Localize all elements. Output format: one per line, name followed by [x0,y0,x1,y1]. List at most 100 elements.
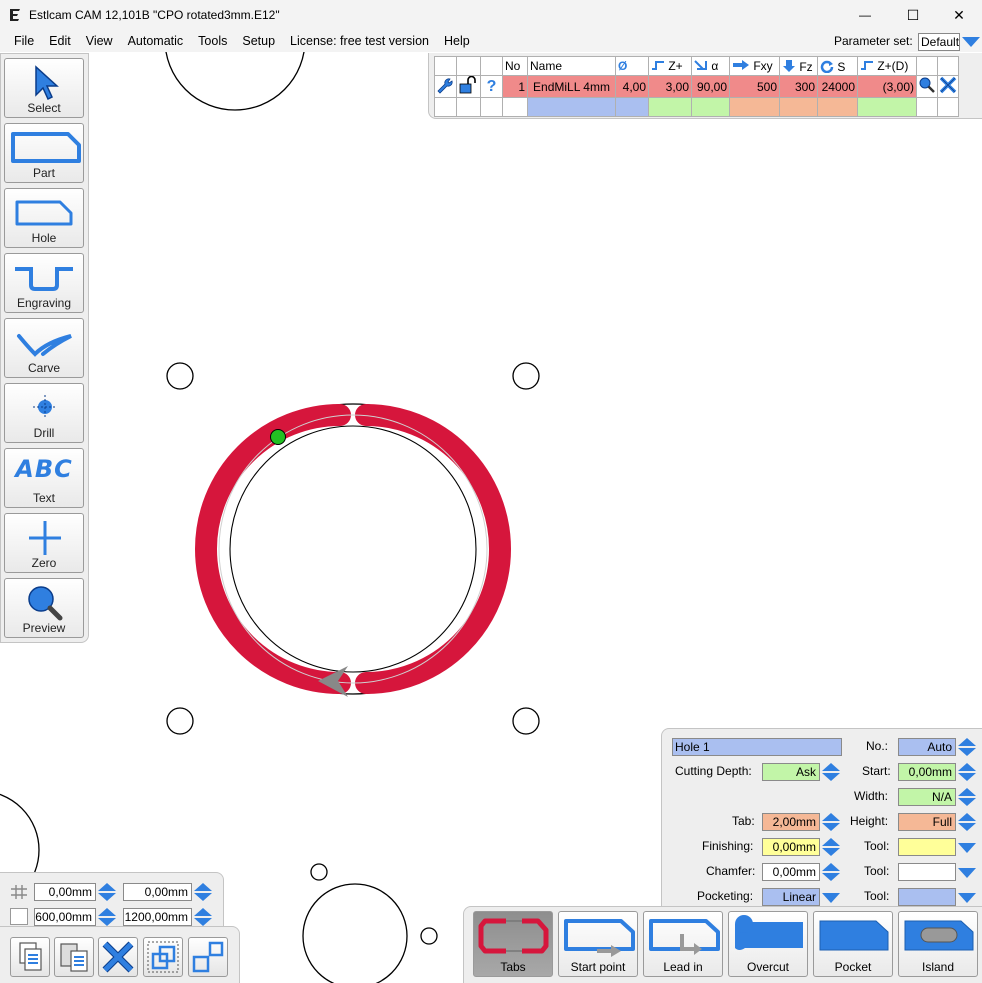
tool-lock-button[interactable] [456,75,481,98]
pocketing-tool-select[interactable] [898,888,956,906]
chamfer-tool-select[interactable] [898,863,956,881]
menu-help[interactable]: Help [438,30,479,52]
mount-hole-br[interactable] [512,707,540,735]
paste-button[interactable] [54,937,94,977]
pocket-button[interactable]: Pocket [813,911,893,977]
hole-outline-icon [15,200,73,226]
menu-tools[interactable]: Tools [192,30,236,52]
tool-z-plus-d[interactable]: (3,00) [857,75,917,98]
pocketing-tool-dropdown-icon[interactable] [958,893,976,903]
chamfer-field[interactable]: 0,00mm [762,863,820,881]
menu-license[interactable]: License: free test version [284,30,438,52]
x-coordinate-field[interactable]: 0,00mm [34,883,96,901]
pocketing-select[interactable]: Linear [762,888,820,906]
tool-angle[interactable]: 90,00 [691,75,730,98]
part-tool-button[interactable]: Part [4,123,84,183]
header-no: No [502,56,528,76]
mount-hole-tr[interactable] [512,362,540,390]
width-field[interactable]: 600,00mm [34,908,96,926]
chamfer-tool-dropdown-icon[interactable] [958,868,976,878]
finishing-field[interactable]: 0,00mm [762,838,820,856]
minimize-button[interactable]: — [842,0,888,30]
parameter-set-select[interactable]: Default [918,33,960,51]
height-field[interactable]: 1200,00mm [123,908,192,926]
tab-field[interactable]: 2,00mm [762,813,820,831]
start-spinner-icon[interactable] [958,763,976,781]
finishing-tool-select[interactable] [898,838,956,856]
start-field[interactable]: 0,00mm [898,763,956,781]
drill-tool-button[interactable]: Drill [4,383,84,443]
start-point-button[interactable]: Start point [558,911,638,977]
mount-hole-bl[interactable] [166,707,194,735]
hole-name-field[interactable]: Hole 1 [672,738,842,756]
no-spinner-icon[interactable] [958,738,976,756]
x-spinner-icon[interactable] [98,883,116,901]
lead-in-button[interactable]: Lead in [643,911,723,977]
height-spinner-icon[interactable] [194,908,212,926]
parameter-set-dropdown-icon[interactable] [962,37,980,47]
tool-delete-button[interactable] [937,75,959,98]
tool-fz[interactable]: 300 [779,75,818,98]
width-prop-field[interactable]: N/A [898,788,956,806]
chamfer-spinner-icon[interactable] [822,863,840,881]
tool-z-plus[interactable]: 3,00 [648,75,692,98]
z-step-icon [652,61,664,70]
height-prop-field[interactable]: Full [898,813,956,831]
small-hole-bottom[interactable] [310,863,328,881]
no-field[interactable]: Auto [898,738,956,756]
island-button[interactable]: Island [898,911,978,977]
menu-automatic[interactable]: Automatic [122,30,193,52]
finishing-tool-dropdown-icon[interactable] [958,843,976,853]
select-tool-button[interactable]: Select [4,58,84,118]
tool-diameter[interactable]: 4,00 [615,75,649,98]
pocket-icon [819,920,889,951]
start-point-marker[interactable] [270,429,286,445]
small-hole-bottom-right[interactable] [420,927,438,945]
tool-settings-button[interactable] [434,75,457,98]
menu-edit[interactable]: Edit [43,30,80,52]
width-prop-spinner-icon[interactable] [958,788,976,806]
parameter-set-label: Parameter set: [834,34,913,48]
menu-view[interactable]: View [80,30,122,52]
bottom-large-circle[interactable] [302,883,408,983]
delete-button[interactable] [98,937,138,977]
engraving-tool-button[interactable]: Engraving [4,253,84,313]
tool-no[interactable]: 1 [502,75,528,98]
carve-tool-button[interactable]: Carve [4,318,84,378]
copy-button[interactable] [10,937,50,977]
selected-hole-inner-outline [229,425,477,673]
cutting-depth-spinner-icon[interactable] [822,763,840,781]
menu-file[interactable]: File [0,30,43,52]
arrow-down-icon [783,59,795,72]
y-spinner-icon[interactable] [194,883,212,901]
group-icon [147,941,179,973]
maximize-button[interactable]: ☐ [890,0,936,30]
tool-fxy[interactable]: 500 [729,75,780,98]
tab-spinner-icon[interactable] [822,813,840,831]
finishing-tool-label: Tool: [864,839,890,853]
tabs-button[interactable]: Tabs [473,911,553,977]
tool-search-button[interactable] [916,75,938,98]
cutting-depth-field[interactable]: Ask [762,763,820,781]
text-tool-button[interactable]: ABC Text [4,448,84,508]
overcut-button[interactable]: Overcut [728,911,808,977]
pocketing-dropdown-icon[interactable] [822,893,840,903]
zero-tool-button[interactable]: Zero [4,513,84,573]
top-large-circle[interactable] [165,52,305,111]
tool-row-empty[interactable] [434,97,959,117]
ungroup-button[interactable] [188,937,228,977]
tool-name[interactable]: EndMiLL 4mm [527,75,616,98]
preview-tool-button[interactable]: Preview [4,578,84,638]
close-window-button[interactable]: ✕ [936,0,982,30]
width-spinner-icon[interactable] [98,908,116,926]
tool-s[interactable]: 24000 [817,75,858,98]
group-button[interactable] [143,937,183,977]
hole-tool-button[interactable]: Hole [4,188,84,248]
menu-setup[interactable]: Setup [236,30,284,52]
height-prop-spinner-icon[interactable] [958,813,976,831]
tool-help-icon[interactable]: ? [480,75,503,98]
mount-hole-tl[interactable] [166,362,194,390]
tool-row[interactable]: ? 1 EndMiLL 4mm 4,00 3,00 90,00 500 300 … [434,75,959,98]
y-coordinate-field[interactable]: 0,00mm [123,883,192,901]
finishing-spinner-icon[interactable] [822,838,840,856]
